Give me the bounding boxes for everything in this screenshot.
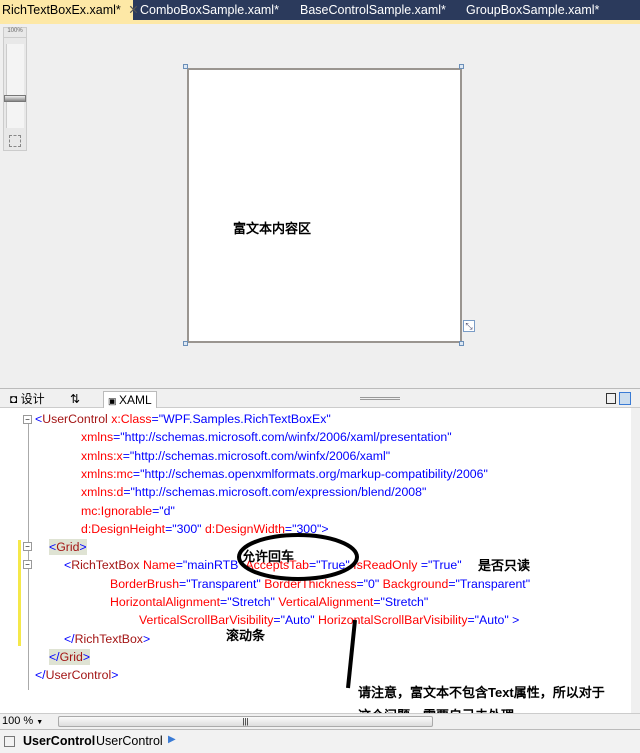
breadcrumb-selected[interactable]: UserControl xyxy=(23,734,95,748)
horizontal-scrollbar-thumb[interactable]: ||| xyxy=(58,716,433,727)
annotation-accepts-enter: 允许回车 xyxy=(242,549,295,564)
document-outline-icon[interactable] xyxy=(4,736,15,747)
annotation-overlay xyxy=(237,533,359,689)
annotation-readonly: 是否只读 xyxy=(478,558,531,573)
zoom-level-value: 100 % xyxy=(2,715,34,727)
annotation-note-line1: 请注意，富文本不包含Text属性，所以对于 xyxy=(358,685,605,700)
status-bar: UserControl UserControl ▶ xyxy=(0,729,640,753)
breadcrumb-item[interactable]: UserControl xyxy=(96,734,163,748)
annotation-line xyxy=(346,619,357,689)
breadcrumb-arrow-icon[interactable]: ▶ xyxy=(168,734,176,745)
horizontal-scrollbar-bar: 100 % ▼ ||| xyxy=(0,713,640,729)
annotation-scrollbar: 滚动条 xyxy=(226,628,266,643)
zoom-level-dropdown[interactable]: 100 % ▼ xyxy=(2,715,47,728)
